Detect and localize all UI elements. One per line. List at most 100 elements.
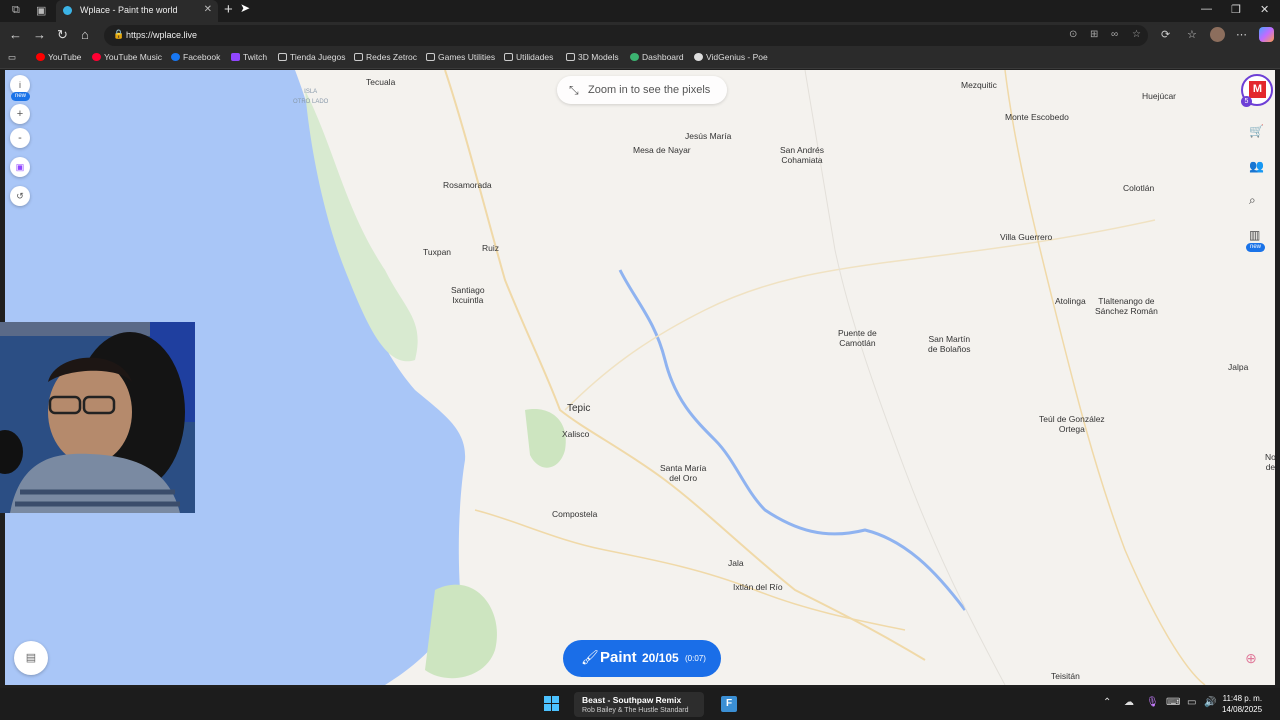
cart-icon[interactable]: 🛒	[1249, 124, 1264, 138]
microphone-icon[interactable]: 🎙	[1146, 697, 1159, 708]
folder-icon	[566, 53, 575, 61]
keyboard-icon[interactable]: ⌨	[1166, 697, 1180, 708]
zoom-hint-text: Zoom in to see the pixels	[588, 84, 711, 96]
paint-button[interactable]: 🖌 Paint 20/105 (0:07)	[563, 640, 721, 677]
display-icon[interactable]: ▭	[1187, 697, 1196, 708]
lock-icon[interactable]: 🔒	[113, 29, 124, 40]
media-artist: Rob Bailey & The Hustle Standard	[582, 707, 689, 714]
map-style-button[interactable]: ▤	[14, 641, 48, 675]
reload-icon[interactable]: ↻	[57, 27, 68, 43]
map-canvas[interactable]: Tecuala ISLA OTRO LADO Jesús María Mesa …	[5, 70, 1275, 685]
bookmark-label: Facebook	[183, 52, 221, 62]
tab-wplace[interactable]: Wplace - Paint the world ✕	[56, 0, 218, 22]
place-label: Tepic	[567, 403, 591, 414]
app-f-icon[interactable]: F	[721, 696, 737, 712]
bookmark-folder-3d-models[interactable]: 3D Models	[566, 52, 619, 62]
bookmark-twitch[interactable]: Twitch	[231, 52, 267, 62]
poe-icon	[694, 53, 703, 61]
folder-icon	[504, 53, 513, 61]
mouse-cursor-icon: ➤	[240, 1, 251, 15]
bookmark-folder-games-utilities[interactable]: Games Utilities	[426, 52, 495, 62]
extensions-icon[interactable]: ⟳	[1161, 28, 1170, 41]
forest-area	[425, 584, 497, 679]
place-label: Ixtlán del Río	[733, 582, 783, 592]
more-menu-icon[interactable]: ⋯	[1236, 28, 1247, 41]
paint-timer: (0:07)	[685, 654, 706, 663]
user-logo-avatar[interactable]: M 5	[1241, 74, 1273, 107]
bookmark-youtube-music[interactable]: YouTube Music	[92, 52, 162, 62]
favorite-star-icon[interactable]: ☆	[1132, 29, 1141, 40]
maximize-icon[interactable]: ❐	[1231, 3, 1241, 16]
minimize-icon[interactable]: —	[1201, 3, 1212, 15]
bookmark-facebook[interactable]: Facebook	[171, 52, 220, 62]
favorites-icon[interactable]: ☆	[1187, 28, 1197, 41]
bookmark-label: Redes Zetroc	[366, 52, 418, 62]
bookmarks-menu-icon[interactable]: ▭	[8, 52, 16, 63]
windows-start-icon[interactable]	[544, 696, 560, 712]
brush-icon: 🖌	[581, 649, 599, 665]
place-label: Jala	[728, 558, 744, 568]
folder-icon	[426, 53, 435, 61]
place-label: Tuxpan	[423, 247, 452, 257]
dashboard-icon	[630, 53, 639, 61]
bookmark-dashboard[interactable]: Dashboard	[630, 52, 684, 62]
place-label: Tecuala	[366, 77, 396, 87]
read-aloud-icon[interactable]: ∞	[1111, 29, 1118, 40]
locate-icon[interactable]: ⊕	[1240, 647, 1262, 669]
back-icon[interactable]: ←	[9, 27, 22, 42]
bookmark-label: YouTube Music	[104, 52, 162, 62]
home-icon[interactable]: ⌂	[81, 27, 89, 42]
place-label: Teisitán	[1051, 671, 1080, 681]
profile-avatar[interactable]	[1210, 27, 1225, 42]
close-window-icon[interactable]: ✕	[1260, 3, 1269, 16]
wplace-favicon-icon	[63, 6, 72, 15]
zoom-hand-icon: ⤡	[569, 83, 579, 97]
apps-icon[interactable]: ⊞	[1090, 29, 1098, 40]
new-badge: new	[1246, 243, 1266, 252]
folder-icon	[278, 53, 287, 61]
place-label: Villa Guerrero	[1000, 232, 1053, 242]
place-label: ISLA OTRO LADO	[293, 89, 329, 105]
river	[618, 269, 967, 611]
new-tab-icon[interactable]: +	[224, 1, 233, 18]
copilot-icon[interactable]	[1259, 27, 1274, 42]
tab-title: Wplace - Paint the world	[80, 5, 178, 15]
place-label: Puente de Camotlán	[838, 328, 877, 348]
forest-area	[525, 409, 566, 468]
location-icon[interactable]: ⊙	[1069, 29, 1077, 40]
url-text[interactable]: https://wplace.live	[126, 30, 197, 40]
folder-icon	[354, 53, 363, 61]
volume-icon[interactable]: 🔊	[1204, 697, 1216, 708]
taskbar: Beast - Southpaw Remix Rob Bailey & The …	[0, 688, 1280, 720]
bookmark-folder-utilidades[interactable]: Utilidades	[504, 52, 553, 62]
place-label: No de	[1265, 452, 1275, 472]
close-tab-icon[interactable]: ✕	[204, 4, 212, 15]
media-widget[interactable]: Beast - Southpaw Remix Rob Bailey & The …	[574, 692, 704, 717]
cloud-icon[interactable]: ☁	[1124, 697, 1134, 708]
search-location-icon[interactable]: ⌕	[1249, 193, 1256, 208]
place-label: Xalisco	[562, 429, 590, 439]
workspaces-icon[interactable]: ⧉	[12, 4, 20, 17]
undo-icon[interactable]: ↺	[10, 186, 30, 206]
zoom-out-button[interactable]: -	[10, 128, 30, 148]
place-label: Atolinga	[1055, 296, 1086, 306]
system-clock[interactable]: 11:48 p. m. 14/08/2025	[1222, 693, 1262, 715]
tab-actions-icon[interactable]: ▣	[36, 4, 46, 17]
place-label: Ruiz	[482, 243, 500, 253]
forward-icon[interactable]: →	[33, 27, 46, 42]
youtube-icon	[36, 53, 45, 61]
chevron-up-icon[interactable]: ⌃	[1103, 697, 1111, 708]
webcam-feed-image	[0, 322, 195, 513]
users-icon[interactable]: 👥	[1249, 159, 1264, 173]
bookmark-folder-redes-zetroc[interactable]: Redes Zetroc	[354, 52, 417, 62]
place-label: Jalpa	[1228, 362, 1249, 372]
address-field[interactable]: 🔒 https://wplace.live ⊙ ⊞ ∞ ☆	[104, 25, 1148, 46]
leaderboard-icon[interactable]: ▥	[1249, 228, 1260, 242]
place-label: Santa María del Oro	[660, 463, 707, 483]
zoom-in-button[interactable]: +	[10, 104, 30, 124]
place-label: San Martín de Bolaños	[928, 334, 971, 354]
bookmark-vidgenius-poe[interactable]: VidGenius - Poe	[694, 52, 768, 62]
bookmark-folder-tienda-juegos[interactable]: Tienda Juegos	[278, 52, 345, 62]
twitch-icon[interactable]: ▣	[10, 157, 30, 177]
bookmark-youtube[interactable]: YouTube	[36, 52, 81, 62]
